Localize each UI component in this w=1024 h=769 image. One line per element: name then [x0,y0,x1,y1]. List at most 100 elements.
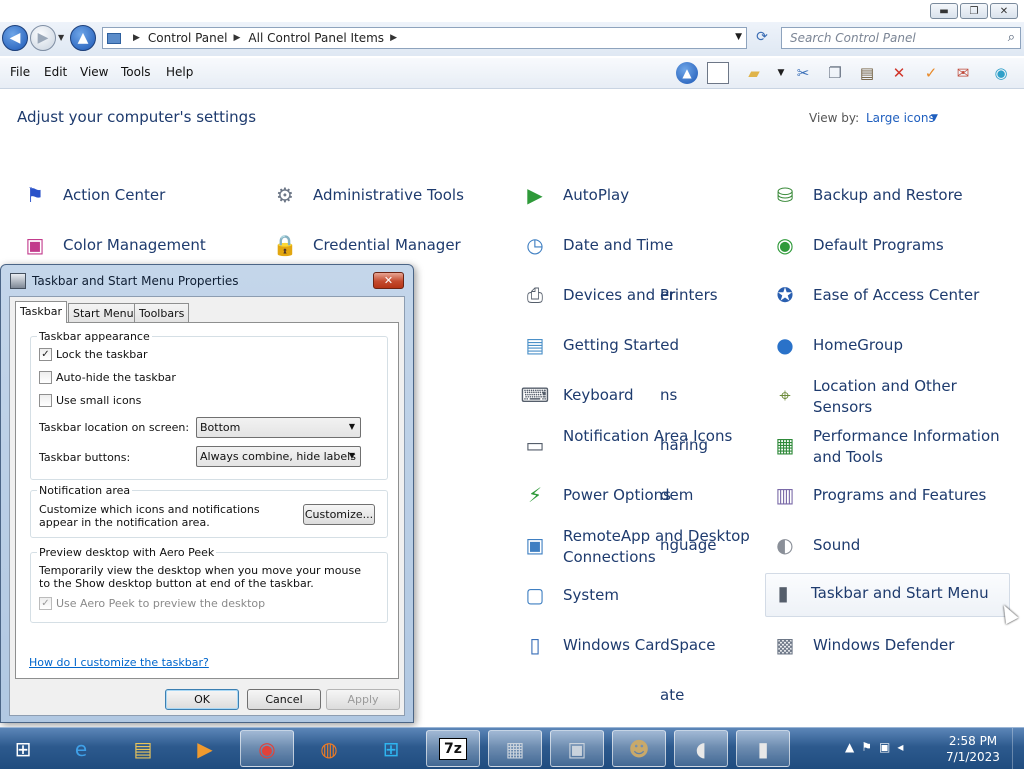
cp-item[interactable]: ▮ Taskbar and Start Menu [765,573,1010,617]
cp-item-label: Sound [813,536,861,554]
view-by-dropdown[interactable]: Large icons [866,111,935,125]
cp-item[interactable]: ▥ Programs and Features [768,476,1013,520]
cp-item[interactable]: ▶ AutoPlay [518,176,763,220]
menu-view[interactable]: View [80,65,108,79]
lock-taskbar-checkbox[interactable]: ✓ [39,348,52,361]
small-icons-row[interactable]: Use small icons [39,394,141,407]
taskbar-appearance-group: Taskbar appearance ✓ Lock the taskbar Au… [30,330,388,480]
view-by-dropdown-icon[interactable]: ▼ [931,113,938,123]
internet-explorer-icon[interactable]: e [54,730,108,767]
users-icon[interactable]: ☻ [612,730,666,767]
search-icon[interactable]: ⌕ [1008,30,1015,45]
notification-icon: ▭ [525,433,545,457]
cp-item-label: System [563,586,619,604]
menu-tools[interactable]: Tools [121,65,151,79]
up-arrow-icon[interactable]: ▲ [676,62,698,84]
volume-muted-icon[interactable]: ◂ [897,740,903,754]
admin-tools-icon: ⚙ [276,183,294,207]
lock-taskbar-row[interactable]: ✓ Lock the taskbar [39,348,148,361]
menu-help[interactable]: Help [166,65,193,79]
clock[interactable]: 2:58 PM 7/1/2023 [940,733,1006,765]
folders-icon[interactable]: ▰ [743,62,765,84]
media-player-icon[interactable]: ▶ [178,730,232,767]
panel-icon[interactable] [707,62,729,84]
cp-item[interactable]: ▭ Notification Area Icons [518,426,763,470]
cp-item[interactable]: ⌨ Keyboard [518,376,763,420]
file-explorer-icon[interactable]: ▤ [116,730,170,767]
firefox-icon[interactable]: ◍ [302,730,356,767]
breadcrumb-separator-icon[interactable]: ▶ [234,33,241,43]
cp-item[interactable]: ⚡ Power Options [518,476,763,520]
breadcrumb-separator-icon[interactable]: ▶ [133,33,140,43]
clock-date: 7/1/2023 [946,750,1000,764]
cp-item[interactable]: ⚙ Administrative Tools [268,176,513,220]
folders-dropdown-icon[interactable]: ▼ [770,62,792,84]
windows-tile-icon[interactable]: ⊞ [364,730,418,767]
ok-button[interactable]: OK [165,689,239,710]
tab-taskbar[interactable]: Taskbar [15,301,67,323]
cp-item[interactable]: ◉ Default Programs [768,226,1013,270]
7zip-icon[interactable]: 7z [426,730,480,767]
minimize-button[interactable]: ▬ [930,3,958,19]
small-icons-checkbox[interactable] [39,394,52,407]
cp-item[interactable]: ● HomeGroup [768,326,1013,370]
recent-pages-dropdown-icon[interactable]: ▼ [58,33,64,42]
views-icon[interactable]: ◉ [990,62,1012,84]
network-icon[interactable]: ▣ [879,740,890,754]
dialog-close-button[interactable]: ✕ [373,272,404,289]
cp-item[interactable]: ◐ Sound [768,526,1013,570]
7zip-label: 7z [439,737,467,760]
taskbar-location-select[interactable]: Bottom ▼ [196,417,361,438]
tab-start-menu[interactable]: Start Menu [68,303,139,322]
cp-item[interactable]: ⌖ Location and Other Sensors [768,376,1013,420]
address-dropdown-icon[interactable]: ▼ [735,32,742,42]
action-center-flag-icon[interactable]: ⚑ [861,740,872,754]
mouse-icon[interactable]: ◖ [674,730,728,767]
breadcrumb-separator-icon[interactable]: ▶ [390,33,397,43]
search-input[interactable]: Search Control Panel ⌕ [781,27,1021,49]
chrome-icon[interactable]: ◉ [240,730,294,767]
menu-edit[interactable]: Edit [44,65,67,79]
cut-icon[interactable]: ✂ [792,62,814,84]
cp-item[interactable]: ▯ Windows CardSpace [518,626,763,670]
cp-item[interactable]: ▦ Performance Information and Tools [768,426,1013,470]
autohide-row[interactable]: Auto-hide the taskbar [39,371,176,384]
forward-button[interactable]: ▶ [30,25,56,51]
breadcrumb-all-items[interactable]: All Control Panel Items [248,31,384,45]
cp-item-label: RemoteApp and Desktop Connections [563,527,750,566]
calculator-icon[interactable]: ▦ [488,730,542,767]
show-hidden-icons-icon[interactable]: ▲ [845,740,854,754]
cp-item[interactable]: ▢ System [518,576,763,620]
control-panel-icon[interactable]: ▣ [550,730,604,767]
back-button[interactable]: ◀ [2,25,28,51]
maximize-button[interactable]: ❐ [960,3,988,19]
close-window-button[interactable]: ✕ [990,3,1018,19]
cp-item[interactable]: ✪ Ease of Access Center [768,276,1013,320]
tab-toolbars[interactable]: Toolbars [134,303,190,322]
copy-icon[interactable]: ❐ [824,62,846,84]
autohide-checkbox[interactable] [39,371,52,384]
refresh-icon[interactable]: ⟳ [751,29,773,49]
start-button[interactable]: ⊞ [4,731,42,767]
check-icon[interactable]: ✓ [920,62,942,84]
cp-item[interactable]: ▩ Windows Defender [768,626,1013,670]
menu-file[interactable]: File [10,65,30,79]
taskbar-buttons-select[interactable]: Always combine, hide labels ▼ [196,446,361,467]
breadcrumb-control-panel[interactable]: Control Panel [148,31,228,45]
cp-item[interactable]: ⎙ Devices and Printers [518,276,763,320]
up-button[interactable]: ▲ [70,25,96,51]
taskbar-properties-icon[interactable]: ▮ [736,730,790,767]
help-link[interactable]: How do I customize the taskbar? [29,656,209,669]
cp-item[interactable]: ▣ RemoteApp and Desktop Connections [518,526,763,570]
customize-button[interactable]: Customize... [303,504,375,525]
cp-item[interactable]: ◷ Date and Time [518,226,763,270]
show-desktop-button[interactable] [1012,728,1024,769]
paste-icon[interactable]: ▤ [856,62,878,84]
properties-icon[interactable]: ✉ [952,62,974,84]
cp-item[interactable]: ▤ Getting Started [518,326,763,370]
cp-item[interactable]: ⛁ Backup and Restore [768,176,1013,220]
cancel-button[interactable]: Cancel [247,689,321,710]
delete-icon[interactable]: ✕ [888,62,910,84]
cp-item[interactable]: ⚑ Action Center [18,176,263,220]
address-bar[interactable]: ▶ Control Panel ▶ All Control Panel Item… [102,27,747,49]
